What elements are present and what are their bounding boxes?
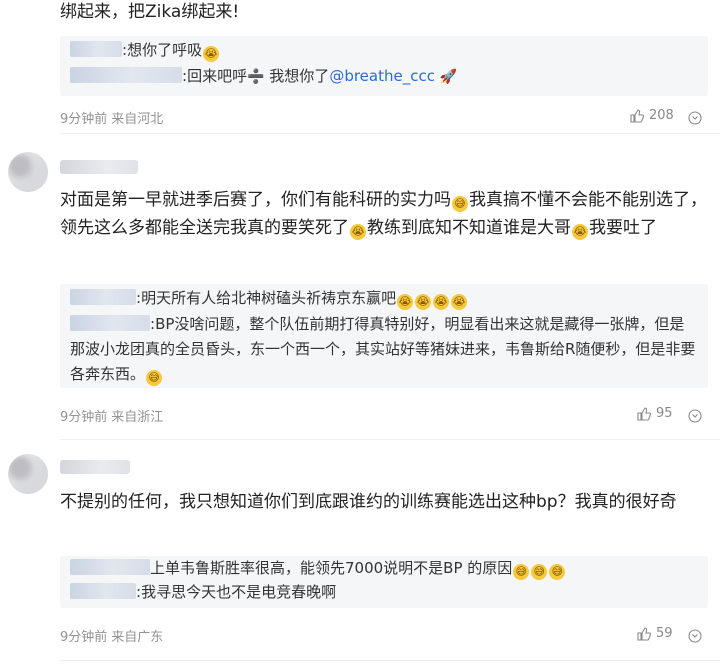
mention-link[interactable]: @breathe_ccc — [329, 67, 435, 85]
reply-username[interactable] — [70, 583, 136, 599]
reply-text: 明天所有人给北神树磕头祈祷京东赢吧 — [141, 289, 397, 307]
crying-emoji-icon: 😭 — [203, 46, 220, 62]
comment-time: 9分钟前 — [60, 410, 108, 425]
reply-text: 回来吧呼 — [187, 67, 248, 85]
like-count: 95 — [656, 406, 673, 421]
sweat-emoji-icon: 😅 — [452, 196, 468, 212]
username[interactable] — [60, 460, 130, 474]
comment-text: 不提别的任何，我只想知道你们到底跟谁约的训练赛能选出这种bp？我真的很好奇 — [60, 492, 677, 512]
comment-meta: 9分钟前 来自浙江 — [60, 406, 167, 425]
crying-emoji-icon: 😭 — [397, 294, 414, 310]
avatar[interactable] — [8, 152, 48, 192]
comment-time: 9分钟前 — [60, 112, 108, 127]
comment-location: 来自浙江 — [111, 410, 164, 425]
reply-text: 我寻思今天也不是电竞春晚啊 — [141, 583, 337, 601]
crying-emoji-icon: 😭 — [433, 294, 450, 310]
like-count: 59 — [656, 626, 673, 641]
reply-username[interactable] — [70, 67, 182, 83]
reply-text: 我想你了 — [269, 67, 330, 85]
reply-text: 上单韦鲁斯胜率很高，能领先7000说明不是BP 的原因 — [150, 559, 513, 577]
comment-divider — [60, 133, 720, 134]
reply-box: 上单韦鲁斯胜率很高，能领先7000说明不是BP 的原因 😅 😅 😅 :我寻思今天也不是… — [60, 556, 708, 608]
comment-text: 绑起来，把Zika绑起来! — [60, 2, 240, 22]
reply-item: :BP没啥问题，整个队伍前期打得真特别好，明显看出来这就是藏得一张牌，但是那波小… — [70, 312, 698, 387]
like-button[interactable]: 208 — [630, 108, 674, 123]
thumbs-up-icon — [637, 406, 651, 421]
more-icon — [688, 409, 702, 423]
comment-text-part: 对面是第一早就进季后赛了，你们有能科研的实力吗 — [60, 190, 451, 210]
sweat-emoji-icon: 😅 — [146, 370, 163, 386]
like-count: 208 — [649, 108, 674, 123]
comment-divider — [60, 439, 720, 440]
more-icon — [688, 629, 702, 643]
comment-text: 对面是第一早就进季后赛了，你们有能科研的实力吗 😅 我真搞不懂不会能不能别选了，领先… — [60, 186, 710, 242]
more-icon — [688, 111, 702, 125]
more-button[interactable] — [688, 110, 702, 129]
reply-item: :明天所有人给北神树磕头祈祷京东赢吧 😭 😭 😭 😭 — [70, 286, 700, 310]
reply-box: :明天所有人给北神树磕头祈祷京东赢吧 😭 😭 😭 😭 :BP没啥问题，整个队伍前期打得真… — [60, 284, 708, 388]
reply-username[interactable] — [70, 559, 150, 575]
more-button[interactable] — [688, 408, 702, 427]
divide-emoji-icon: ➗ — [247, 69, 265, 85]
comment-meta: 9分钟前 来自河北 — [60, 108, 167, 127]
thumbs-up-icon — [637, 626, 651, 641]
reply-username[interactable] — [70, 315, 150, 331]
like-button[interactable]: 59 — [637, 626, 673, 641]
reply-username[interactable] — [70, 41, 122, 57]
crying-emoji-icon: 😭 — [451, 294, 468, 310]
rocket-emoji-icon: 🚀 — [439, 69, 458, 85]
like-button[interactable]: 95 — [637, 406, 673, 421]
sweat-emoji-icon: 😅 — [513, 564, 530, 580]
crying-emoji-icon: 😭 — [415, 294, 432, 310]
sweat-emoji-icon: 😅 — [549, 564, 566, 580]
reply-item: :回来吧呼➗ 我想你了@breathe_ccc 🚀 — [70, 64, 457, 89]
comment-meta: 9分钟前 来自广东 — [60, 626, 167, 645]
comment-divider — [60, 660, 720, 661]
comment-location: 来自河北 — [111, 112, 164, 127]
reply-text: BP没啥问题，整个队伍前期打得真特别好，明显看出来这就是藏得一张牌，但是那波小龙… — [70, 315, 696, 383]
avatar[interactable] — [8, 454, 48, 494]
comment-text-part: 我要吐了 — [589, 218, 657, 238]
reply-username[interactable] — [70, 289, 136, 305]
comment-location: 来自广东 — [111, 630, 164, 645]
comment-time: 9分钟前 — [60, 630, 108, 645]
reply-text: 想你了呼吸 — [127, 41, 203, 59]
comment-text-part: 教练到底知不知道谁是大哥 — [367, 218, 571, 238]
sweat-emoji-icon: 😅 — [531, 564, 548, 580]
reply-box: :想你了呼吸 😭 :回来吧呼➗ 我想你了@breathe_ccc 🚀 — [60, 36, 708, 96]
crying-emoji-icon: 😭 — [572, 224, 588, 240]
username[interactable] — [60, 160, 138, 174]
reply-item: :想你了呼吸 😭 — [70, 38, 220, 62]
crying-emoji-icon: 😭 — [350, 224, 366, 240]
reply-item: :我寻思今天也不是电竞春晚啊 — [70, 580, 336, 604]
thumbs-up-icon — [630, 108, 644, 123]
more-button[interactable] — [688, 628, 702, 647]
reply-item: 上单韦鲁斯胜率很高，能领先7000说明不是BP 的原因 😅 😅 😅 — [70, 556, 566, 580]
